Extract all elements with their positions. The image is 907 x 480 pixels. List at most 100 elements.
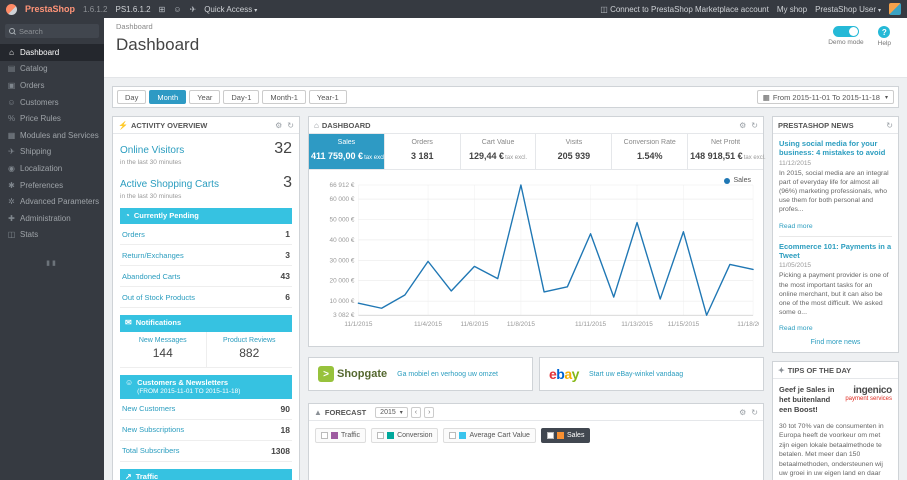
- forecast-prev-button[interactable]: ‹: [410, 406, 422, 418]
- customer-icon[interactable]: ☺: [173, 5, 181, 14]
- returns-link[interactable]: Return/Exchanges: [122, 251, 184, 260]
- search-input[interactable]: [19, 26, 91, 36]
- tips-headline: Geef je Sales in het buitenland een Boos…: [779, 385, 835, 415]
- filter-year-1-button[interactable]: Year-1: [308, 90, 347, 104]
- chart-legend-sales[interactable]: Sales: [724, 177, 751, 184]
- total-subscribers-link[interactable]: Total Subscribers: [122, 446, 180, 455]
- customers-icon: ☺: [125, 377, 134, 387]
- gear-icon[interactable]: ⚙: [739, 408, 746, 417]
- pending-row-abandoned-carts: Abandoned Carts 43: [120, 266, 292, 288]
- filter-year-button[interactable]: Year: [189, 90, 221, 104]
- quick-access-menu[interactable]: Quick Access ▾: [204, 5, 257, 14]
- sidebar-item-catalog[interactable]: ▤ Catalog: [0, 61, 104, 78]
- customers-row-new-subscriptions: New Subscriptions 18: [120, 420, 292, 441]
- read-more-link[interactable]: Read more: [779, 325, 813, 332]
- forecast-next-button[interactable]: ›: [424, 406, 435, 418]
- gear-icon[interactable]: ⚙: [275, 121, 282, 130]
- news-article-title[interactable]: Using social media for your business: 4 …: [779, 139, 892, 158]
- sidebar-item-dashboard[interactable]: ⌂ Dashboard: [0, 44, 104, 61]
- prestashop-logo-icon: [6, 3, 17, 15]
- out-of-stock-link[interactable]: Out of Stock Products: [122, 293, 195, 302]
- sidebar-item-price-rules[interactable]: % Price Rules: [0, 110, 104, 127]
- sidebar-item-advanced-parameters[interactable]: ✲ Advanced Parameters: [0, 193, 104, 210]
- gear-icon[interactable]: ⚙: [739, 121, 746, 130]
- new-customers-link[interactable]: New Customers: [122, 404, 175, 413]
- sidebar-item-administration[interactable]: ✚ Administration: [0, 210, 104, 227]
- find-more-news-link[interactable]: Find more news: [779, 336, 892, 349]
- product-reviews-link[interactable]: Product Reviews 882: [205, 331, 293, 367]
- svg-text:10 000 €: 10 000 €: [330, 298, 355, 305]
- ebay-logo: ebay: [549, 366, 579, 382]
- news-article-title[interactable]: Ecommerce 101: Payments in a Tweet: [779, 242, 892, 261]
- online-visitors-link[interactable]: Online Visitors: [120, 145, 184, 156]
- sidebar-item-localization[interactable]: ◉ Localization: [0, 160, 104, 177]
- legend-dot-icon: [724, 177, 731, 184]
- shopgate-promo-link[interactable]: Ga mobiel en verhoog uw omzet: [397, 371, 498, 378]
- refresh-icon[interactable]: ↻: [886, 121, 893, 130]
- kpi-visits[interactable]: Visits 205 939: [536, 134, 613, 169]
- user-menu[interactable]: PrestaShop User ▾: [815, 5, 881, 14]
- read-more-link[interactable]: Read more: [779, 223, 813, 230]
- refresh-icon[interactable]: ↻: [751, 121, 758, 130]
- svg-text:20 000 €: 20 000 €: [330, 278, 355, 285]
- sidebar-collapse-button[interactable]: ▮▮: [0, 259, 104, 267]
- filter-day-1-button[interactable]: Day-1: [223, 90, 260, 104]
- divider: [779, 235, 892, 237]
- abandoned-carts-link[interactable]: Abandoned Carts: [122, 272, 180, 281]
- orders-link[interactable]: Orders: [122, 230, 145, 239]
- svg-text:66 912 €: 66 912 €: [330, 182, 355, 189]
- tools-icon: ✲: [8, 197, 15, 207]
- refresh-icon[interactable]: ↻: [751, 408, 758, 417]
- forecast-legend-conversion[interactable]: Conversion: [371, 428, 439, 443]
- cart-icon[interactable]: ⊞: [159, 5, 166, 14]
- admin-icon: ✚: [8, 213, 15, 223]
- filter-month-button[interactable]: Month: [149, 90, 187, 104]
- kpi-cart-value[interactable]: Cart Value 129,44 €tax excl.: [461, 134, 537, 169]
- out-of-stock-count: 6: [285, 292, 290, 303]
- ebay-promo: ebay Start uw eBay-winkel vandaag: [539, 357, 764, 391]
- shop-name-link[interactable]: PS1.6.1.2: [115, 5, 150, 14]
- refresh-icon[interactable]: ↻: [287, 121, 294, 130]
- prestashop-news-panel: PRESTASHOP NEWS ↻ Using social media for…: [772, 116, 899, 354]
- kpi-orders[interactable]: Orders 3 181: [385, 134, 461, 169]
- sidebar-item-orders[interactable]: ▣ Orders: [0, 77, 104, 94]
- svg-text:50 000 €: 50 000 €: [330, 216, 355, 223]
- filter-month-1-button[interactable]: Month-1: [262, 90, 306, 104]
- percent-icon: %: [7, 114, 16, 124]
- kpi-net-profit[interactable]: Net Profit 148 918,51 €tax excl.: [688, 134, 766, 169]
- color-swatch: [459, 432, 467, 439]
- kpi-sales[interactable]: Sales 411 759,00 €tax excl.: [309, 134, 386, 169]
- new-messages-link[interactable]: New Messages 144: [120, 332, 206, 367]
- sidebar-item-preferences[interactable]: ✱ Preferences: [0, 177, 104, 194]
- orders-icon: ▣: [7, 80, 16, 90]
- forecast-legend-average-cart-value[interactable]: Average Cart Value: [443, 428, 536, 443]
- sidebar-item-modules-and-services[interactable]: ▦ Modules and Services: [0, 127, 104, 144]
- forecast-legend-sales[interactable]: Sales: [540, 428, 591, 443]
- filter-day-button[interactable]: Day: [117, 90, 147, 104]
- sidebar-item-stats[interactable]: ◫ Stats: [0, 227, 104, 244]
- send-icon[interactable]: ✈: [190, 5, 197, 14]
- my-shop-link[interactable]: My shop: [777, 5, 807, 14]
- help-icon[interactable]: ?: [878, 26, 891, 38]
- forecast-year-select[interactable]: 2015 ▾: [375, 406, 408, 418]
- customers-row-new-customers: New Customers 90: [120, 399, 292, 420]
- ebay-promo-link[interactable]: Start uw eBay-winkel vandaag: [589, 371, 683, 378]
- forecast-legend-traffic[interactable]: Traffic: [315, 428, 367, 443]
- sidebar-menu: ⌂ Dashboard ▤ Catalog ▣ Orders ☺ Customers %…: [0, 44, 104, 243]
- demo-mode-toggle[interactable]: [832, 26, 859, 37]
- marketplace-link[interactable]: ◫ Connect to PrestaShop Marketplace acco…: [600, 5, 769, 14]
- avatar[interactable]: [889, 3, 901, 15]
- svg-text:11/4/2015: 11/4/2015: [414, 321, 442, 328]
- color-swatch: [556, 432, 564, 439]
- checkbox-icon: [449, 432, 457, 439]
- sidebar-item-customers[interactable]: ☺ Customers: [0, 94, 104, 111]
- active-carts-link[interactable]: Active Shopping Carts: [120, 179, 219, 190]
- svg-text:60 000 €: 60 000 €: [330, 196, 355, 203]
- product-reviews-count: 882: [239, 345, 260, 360]
- date-range-button[interactable]: ▦ From 2015-11-01 To 2015-11-18 ▾: [756, 90, 894, 104]
- svg-text:11/1/2015: 11/1/2015: [344, 321, 372, 328]
- new-subscriptions-link[interactable]: New Subscriptions: [122, 425, 184, 434]
- sidebar-item-shipping[interactable]: ✈ Shipping: [0, 144, 104, 161]
- kpi-conversion-rate[interactable]: Conversion Rate 1.54%: [612, 134, 689, 169]
- lightbulb-icon: ✦: [778, 365, 785, 375]
